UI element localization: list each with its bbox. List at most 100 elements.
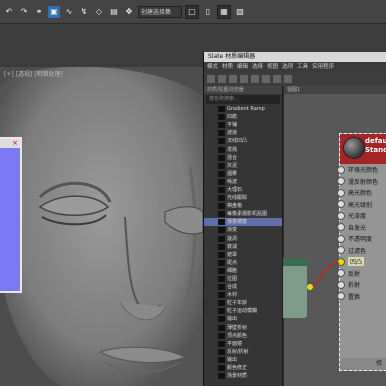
slot-socket-icon[interactable] xyxy=(337,292,345,301)
browser-item[interactable]: 薄壁折射 xyxy=(204,324,282,332)
browser-item[interactable]: 遮罩 xyxy=(204,251,282,259)
browser-item[interactable]: 凹痕 xyxy=(204,113,282,121)
menu-item[interactable]: 选择 xyxy=(252,62,263,72)
node-slot[interactable]: 环境光颜色 xyxy=(337,164,386,176)
gradient-node-header[interactable] xyxy=(283,258,307,266)
browser-item[interactable]: 灰泥 xyxy=(204,162,282,170)
browser-item[interactable]: 大理石 xyxy=(204,186,282,194)
node-slot[interactable]: 折射 xyxy=(337,279,386,291)
browser-item[interactable]: 木材 xyxy=(204,291,282,299)
browser-item[interactable]: Gradient Ramp xyxy=(204,105,282,113)
node-slot[interactable]: 高光级别 xyxy=(337,199,386,211)
scale-icon[interactable]: ▯ xyxy=(202,6,214,18)
slot-socket-icon[interactable] xyxy=(337,223,345,232)
delete-icon[interactable] xyxy=(229,75,237,83)
assign-material-icon[interactable] xyxy=(218,75,226,83)
menu-item[interactable]: 工具 xyxy=(297,62,308,72)
material-node[interactable]: defau Stand 环境光颜色 漫反射颜色 高光颜色 高光级别 光泽度 自发光 不透明度过… xyxy=(337,133,386,371)
node-header[interactable]: defau Stand xyxy=(340,134,386,164)
window-title[interactable]: Slate 材质编辑器 xyxy=(204,52,386,62)
node-slot[interactable]: 置换 xyxy=(337,291,386,303)
browser-item[interactable]: 场景材质 xyxy=(204,372,282,380)
show-map-icon[interactable] xyxy=(251,75,259,83)
selection-set-dropdown[interactable]: 创建选择集 xyxy=(138,5,182,18)
browser-item[interactable]: 烟雾 xyxy=(204,170,282,178)
material-editor-icon[interactable]: ▦ xyxy=(217,4,231,19)
move-icon[interactable]: ✥ xyxy=(123,6,135,18)
browser-item[interactable]: 平面镜 xyxy=(204,340,282,348)
select-icon[interactable]: ▣ xyxy=(48,5,60,18)
node-slot[interactable]: 自发光 xyxy=(337,222,386,234)
move-children-icon[interactable] xyxy=(240,75,248,83)
select-by-name-icon[interactable]: ▤ xyxy=(108,6,120,18)
browser-item[interactable]: 渐变 xyxy=(204,226,282,234)
slot-socket-icon[interactable] xyxy=(337,177,345,186)
browser-item[interactable]: 混合 xyxy=(204,154,282,162)
layout-icon[interactable] xyxy=(273,75,281,83)
slot-socket-icon[interactable] xyxy=(337,246,345,255)
browser-item[interactable]: 平铺 xyxy=(204,121,282,129)
node-slot[interactable]: 凹凸 xyxy=(337,256,386,268)
browser-item[interactable]: 位图 xyxy=(204,275,282,283)
browser-search-input[interactable]: 按名称搜索... xyxy=(206,95,280,104)
browser-item[interactable]: 泼溅 xyxy=(204,145,282,153)
browser-item[interactable]: 光线跟踪 xyxy=(204,194,282,202)
browser-item[interactable]: 颜色修正 xyxy=(204,364,282,372)
browser-item[interactable]: 细胞 xyxy=(204,267,282,275)
browser-item[interactable]: 输出 xyxy=(204,356,282,364)
show-background-icon[interactable] xyxy=(262,75,270,83)
link-icon[interactable]: ⚭ xyxy=(33,6,45,18)
slot-socket-icon[interactable] xyxy=(337,280,345,289)
menu-item[interactable]: 实用程序 xyxy=(312,62,334,72)
browser-item[interactable]: 顶点颜色 xyxy=(204,332,282,340)
browser-item[interactable]: 渐变坡度 xyxy=(204,218,282,227)
select-icon[interactable] xyxy=(284,75,292,83)
browser-item[interactable]: 法线凹凸 xyxy=(204,137,282,145)
node-slot[interactable]: 反射 xyxy=(337,268,386,280)
slot-socket-icon[interactable] xyxy=(337,269,345,278)
node-slot[interactable]: 过滤色 xyxy=(337,245,386,257)
slot-socket-icon[interactable] xyxy=(337,200,345,209)
node-slot[interactable]: 光泽度 xyxy=(337,210,386,222)
node-slot[interactable]: 漫反射颜色 xyxy=(337,176,386,188)
select-region-icon[interactable]: ◇ xyxy=(93,6,105,18)
menu-item[interactable]: 模式 xyxy=(207,62,218,72)
node-view[interactable]: 视图1 defau Stand 环境光颜色 漫反射颜色 高光颜色 高光级别 光泽度 自发光不… xyxy=(284,86,386,386)
slot-socket-icon[interactable] xyxy=(337,188,345,197)
redo-icon[interactable]: ↷ xyxy=(18,6,30,18)
undo-icon[interactable]: ↶ xyxy=(3,6,15,18)
browser-item[interactable]: 漩涡 xyxy=(204,235,282,243)
close-icon[interactable]: × xyxy=(12,139,18,147)
browser-item[interactable]: 粒子运动模糊 xyxy=(204,307,282,315)
browser-item[interactable]: 合成 xyxy=(204,283,282,291)
menu-item[interactable]: 材质 xyxy=(222,62,233,72)
browser-item[interactable]: 斑点 xyxy=(204,259,282,267)
render-icon[interactable]: ▧ xyxy=(234,6,246,18)
node-slot[interactable]: 不透明度 xyxy=(337,233,386,245)
viewport-label[interactable]: [+] [透视] [明暗处理] xyxy=(4,69,63,78)
browser-item[interactable]: 粒子年龄 xyxy=(204,299,282,307)
slot-socket-icon[interactable] xyxy=(337,211,345,220)
perspective-viewport[interactable]: [+] [透视] [明暗处理] xyxy=(0,67,203,386)
slot-socket-icon[interactable] xyxy=(337,165,345,174)
node-slot[interactable]: 高光颜色 xyxy=(337,187,386,199)
rotate-icon[interactable]: ▢ xyxy=(185,4,199,19)
browser-item[interactable]: 输出 xyxy=(204,315,282,323)
menu-item[interactable]: 视图 xyxy=(267,62,278,72)
bind-icon[interactable]: ∿ xyxy=(63,6,75,18)
browser-item[interactable]: 反射/折射 xyxy=(204,348,282,356)
browser-item[interactable]: 波浪 xyxy=(204,129,282,137)
tab-view1[interactable]: 视图1 xyxy=(284,86,386,94)
pick-material-icon[interactable] xyxy=(207,75,215,83)
browser-item[interactable]: 棋盘格 xyxy=(204,202,282,210)
floating-color-panel[interactable]: × xyxy=(0,137,22,293)
gradient-map-node[interactable] xyxy=(283,258,307,318)
browser-item[interactable]: 每像素摄影机贴图 xyxy=(204,210,282,218)
slot-socket-icon[interactable] xyxy=(337,234,345,243)
menu-item[interactable]: 选项 xyxy=(282,62,293,72)
browser-item[interactable]: 噪波 xyxy=(204,178,282,186)
menu-item[interactable]: 编辑 xyxy=(237,62,248,72)
browser-item[interactable]: 衰减 xyxy=(204,243,282,251)
slot-socket-icon[interactable] xyxy=(337,257,345,266)
unlink-icon[interactable]: ↯ xyxy=(78,6,90,18)
